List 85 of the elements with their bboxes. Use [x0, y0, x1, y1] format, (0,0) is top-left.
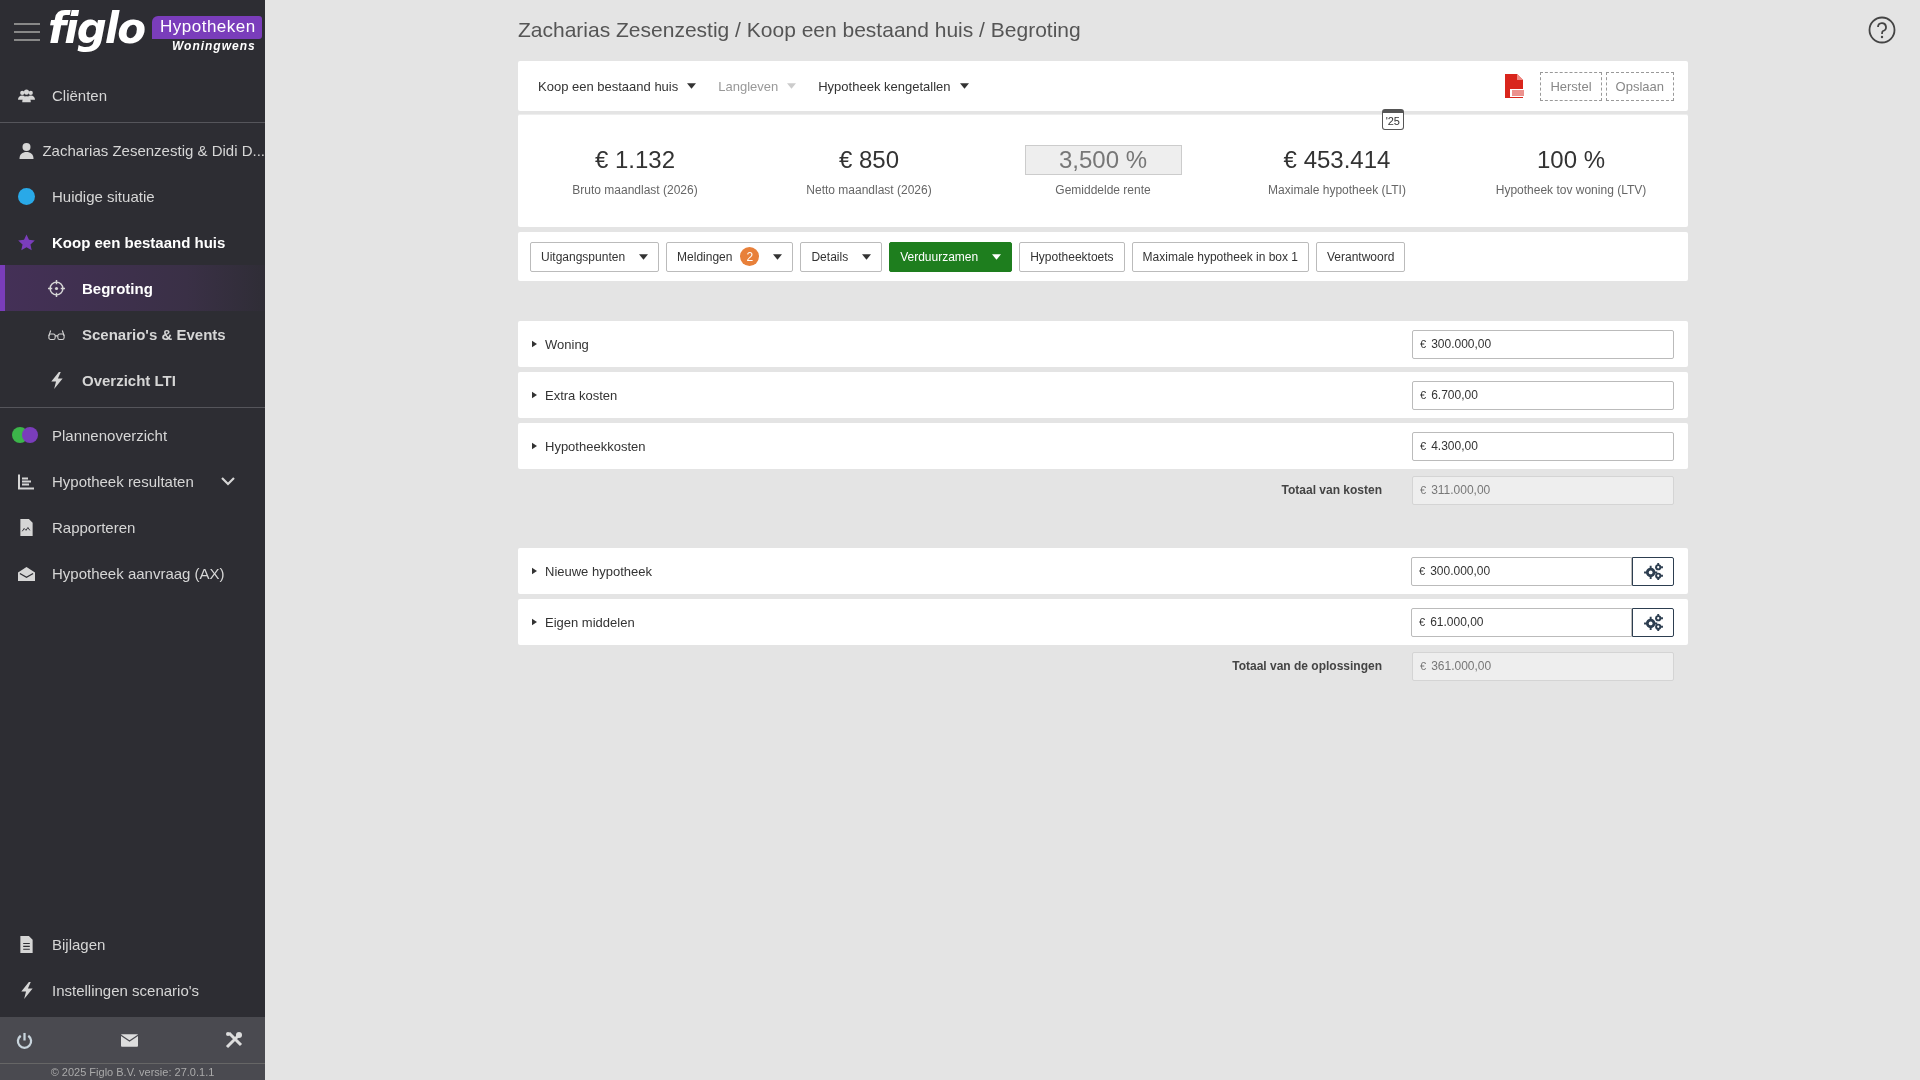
chevron-down-icon[interactable]	[221, 476, 235, 486]
stat-value: € 453.414	[1283, 145, 1391, 175]
nav-item[interactable]: Instellingen scenario's	[0, 967, 265, 1013]
power-icon[interactable]	[16, 1031, 33, 1049]
action-button[interactable]: Verantwoord	[1316, 241, 1406, 272]
stat-value: € 1.132	[594, 145, 676, 175]
calendar-badge[interactable]: '25	[1381, 109, 1404, 130]
amount-field[interactable]: € 61.000,00	[1411, 607, 1632, 637]
expand-toggle[interactable]: Extra kosten	[532, 387, 618, 403]
stat-label: Maximale hypotheek (LTI)	[1268, 183, 1406, 197]
breadcrumb: Zacharias Zesenzestig / Koop een bestaand huis / Begroting	[518, 17, 1082, 43]
nav-item[interactable]: Cliënten	[0, 72, 265, 118]
action-button[interactable]: Hypotheektoets	[1019, 241, 1125, 272]
caret-down-icon	[992, 253, 1002, 260]
rate-field: 3,500 %	[1024, 145, 1182, 175]
crosshair-icon	[48, 279, 65, 297]
expand-toggle[interactable]: Eigen middelen	[532, 614, 635, 630]
caret-right-icon	[532, 391, 537, 399]
caret-right-icon	[532, 567, 537, 575]
dropdown-button[interactable]: Verduurzamen	[889, 241, 1013, 272]
caret-down-icon	[787, 83, 797, 89]
star-icon	[18, 233, 35, 251]
dropdown-button[interactable]: Details	[800, 241, 883, 272]
caret-down-icon	[862, 253, 872, 260]
help-icon[interactable]	[1868, 16, 1896, 44]
nav-item[interactable]: Zacharias Zesenzestig & Didi D...	[0, 127, 265, 173]
count-badge: 2	[740, 247, 760, 266]
caret-right-icon	[532, 618, 537, 626]
nav-item[interactable]: Hypotheek aanvraag (AX)	[0, 550, 265, 596]
caret-right-icon	[532, 340, 537, 348]
settings-button[interactable]	[1632, 556, 1674, 586]
total-label: Totaal van de oplossingen	[1232, 659, 1382, 673]
total-field: € 361.000,00	[1412, 651, 1674, 681]
logo-wordmark: figlo	[48, 8, 144, 50]
amount-field[interactable]: € 300.000,00	[1411, 556, 1632, 586]
tools-icon[interactable]	[225, 1031, 243, 1049]
stat-label: Netto maandlast (2026)	[806, 183, 932, 197]
open-envelope-icon	[18, 564, 35, 582]
expand-toggle[interactable]: Nieuwe hypotheek	[532, 563, 652, 579]
menu-icon[interactable]	[14, 23, 40, 41]
toggle-circles-icon	[12, 427, 38, 443]
caret-down-icon	[773, 253, 783, 260]
action-button[interactable]: Maximale hypotheek in box 1	[1131, 241, 1309, 272]
copyright-text: © 2025 Figlo B.V. versie: 27.0.1.1	[0, 1063, 265, 1080]
caret-right-icon	[532, 442, 537, 450]
nav-item[interactable]: Bijlagen	[0, 921, 265, 967]
nav-item[interactable]: Hypotheek resultaten	[0, 458, 265, 504]
dropdown-menu[interactable]: Hypotheek kengetallen	[818, 78, 969, 94]
total-label: Totaal van kosten	[1281, 483, 1382, 497]
dropdown-menu[interactable]: Koop een bestaand huis	[538, 78, 697, 94]
gears-icon	[1643, 562, 1663, 580]
mail-icon[interactable]	[120, 1033, 138, 1047]
amount-field[interactable]: € 6.700,00	[1412, 380, 1674, 410]
stat-label: Hypotheek tov woning (LTV)	[1495, 183, 1647, 197]
nav-item[interactable]: Koop een bestaand huis	[0, 219, 265, 265]
nav-item[interactable]: Overzicht LTI	[0, 357, 265, 403]
product-badge: Hypotheken	[152, 15, 262, 39]
document-icon	[18, 935, 35, 953]
caret-down-icon	[687, 83, 697, 89]
dot-icon	[18, 187, 35, 205]
nav-item[interactable]: Scenario's & Events	[0, 311, 265, 357]
nav-item[interactable]: Plannenoverzicht	[0, 412, 265, 458]
product-subtitle: Woningwens	[171, 38, 257, 53]
amount-field[interactable]: € 4.300,00	[1412, 431, 1674, 461]
bar-chart-icon	[18, 472, 35, 490]
stat-value: 100 %	[1536, 145, 1606, 175]
pdf-icon[interactable]	[1504, 74, 1527, 98]
amount-field[interactable]: € 300.000,00	[1412, 329, 1674, 359]
dropdown-button[interactable]: Meldingen 2	[666, 241, 794, 272]
document-icon	[18, 518, 35, 536]
dropdown-button[interactable]: Uitgangspunten	[530, 241, 660, 272]
nav-item[interactable]: Huidige situatie	[0, 173, 265, 219]
expand-toggle[interactable]: Woning	[532, 336, 589, 352]
caret-down-icon	[959, 83, 969, 89]
nav-item[interactable]: Begroting	[0, 265, 265, 311]
caret-down-icon	[639, 253, 649, 260]
stat-label: Gemiddelde rente	[1055, 183, 1151, 197]
stat-value: € 850	[838, 145, 900, 175]
total-field: € 311.000,00	[1412, 475, 1674, 505]
nav-item[interactable]: Rapporteren	[0, 504, 265, 550]
stat-label: Bruto maandlast (2026)	[572, 183, 698, 197]
settings-button[interactable]	[1632, 607, 1674, 637]
user-icon	[18, 141, 35, 159]
expand-toggle[interactable]: Hypotheekkosten	[532, 438, 646, 454]
gears-icon	[1643, 613, 1663, 631]
